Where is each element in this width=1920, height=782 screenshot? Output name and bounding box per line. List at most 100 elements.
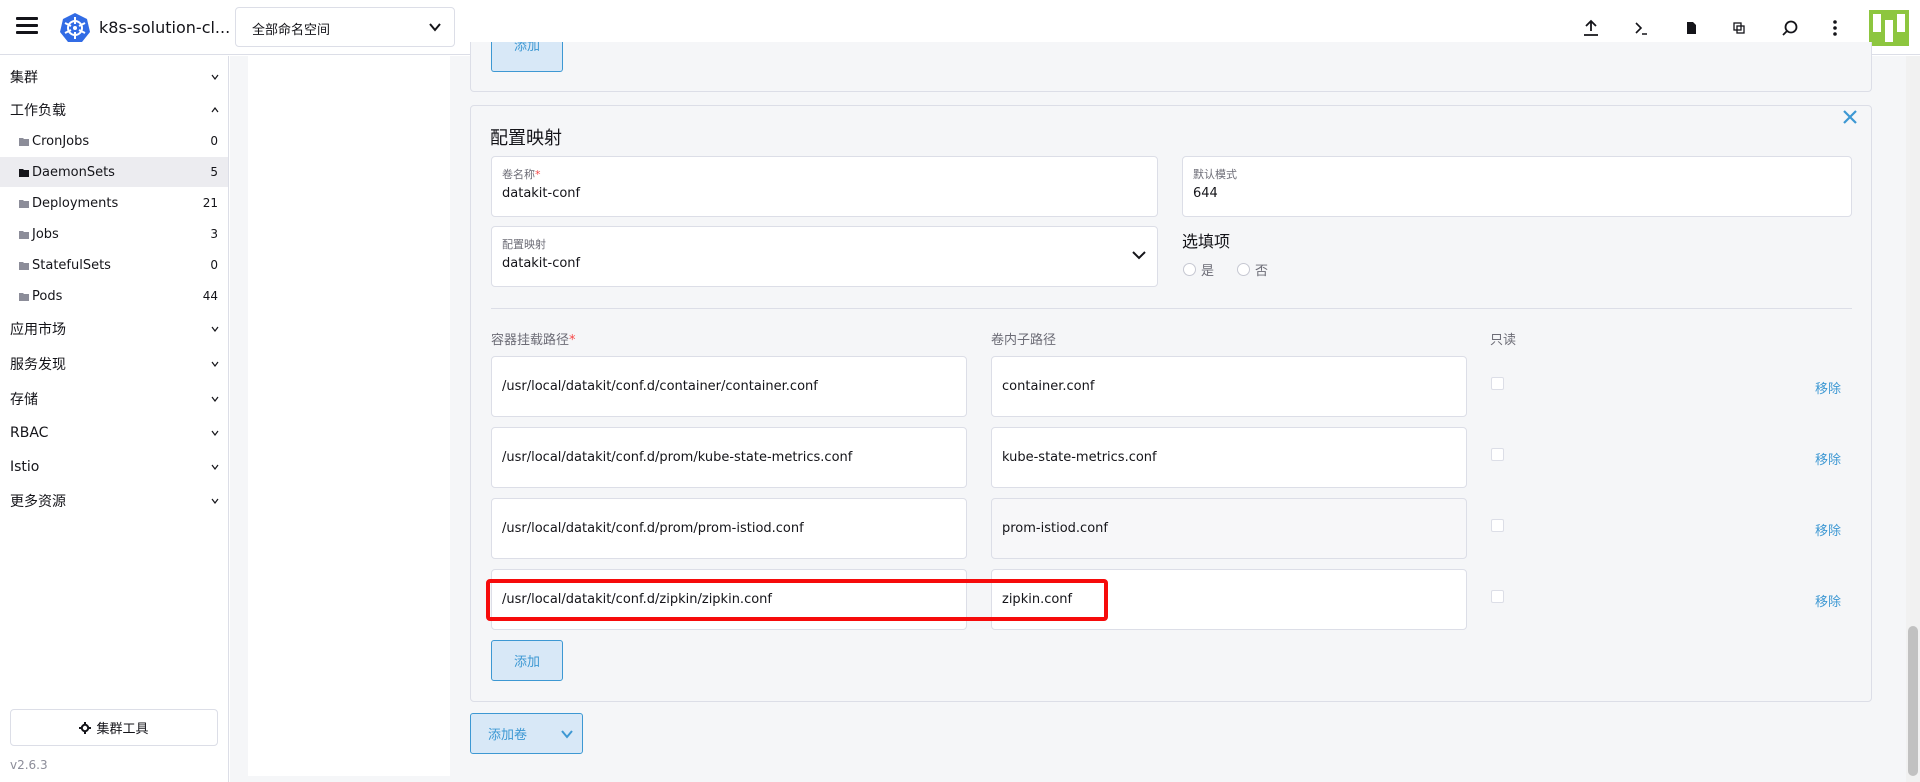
- nav-group-label: 更多资源: [10, 494, 66, 510]
- nav-group-service-discovery[interactable]: 服务发现: [10, 352, 220, 376]
- mount-path-input[interactable]: /usr/local/datakit/conf.d/prom/prom-isti…: [491, 498, 967, 559]
- optional-title: 选填项: [1182, 232, 1231, 251]
- nav-group-istio[interactable]: Istio: [10, 455, 220, 479]
- radio-circle: [1237, 263, 1250, 276]
- nav-group-more-resources[interactable]: 更多资源: [10, 489, 220, 513]
- read-only-checkbox[interactable]: [1491, 377, 1504, 390]
- optional-yes-radio[interactable]: 是: [1183, 260, 1214, 279]
- sub-path-value: prom-istiod.conf: [1002, 521, 1108, 536]
- nav-item-label: StatefulSets: [32, 257, 111, 273]
- nav-item-daemonsets[interactable]: DaemonSets 5: [0, 157, 228, 187]
- copy-icon[interactable]: [1728, 17, 1750, 39]
- add-volume-label: 添加卷: [487, 728, 527, 743]
- hamburger-menu-icon[interactable]: [16, 17, 38, 35]
- remove-link[interactable]: 移除: [1815, 591, 1841, 610]
- optional-no-radio[interactable]: 否: [1237, 260, 1268, 279]
- upload-icon[interactable]: [1580, 17, 1602, 39]
- nav-group-label: RBAC: [10, 425, 49, 441]
- nav-item-statefulsets[interactable]: StatefulSets 0: [0, 250, 228, 280]
- read-only-checkbox[interactable]: [1491, 519, 1504, 532]
- kubernetes-logo-icon[interactable]: [59, 12, 91, 44]
- configmap-select[interactable]: 配置映射 datakit-conf: [491, 226, 1158, 287]
- add-volume-dropdown[interactable]: [552, 714, 582, 753]
- chevron-down-icon: [211, 74, 219, 80]
- nav-group-workloads[interactable]: 工作负载: [10, 98, 220, 122]
- volume-name-field[interactable]: 卷名称* datakit-conf: [491, 156, 1158, 217]
- nav-group-label: 工作负载: [10, 103, 66, 119]
- add-button-label: 添加: [513, 655, 540, 670]
- add-mount-button[interactable]: 添加: [491, 640, 563, 681]
- nav-item-count: 0: [210, 134, 218, 148]
- folder-icon: [19, 199, 29, 208]
- folder-icon: [19, 168, 29, 177]
- nav-group-apps[interactable]: 应用市场: [10, 317, 220, 341]
- sub-path-input[interactable]: prom-istiod.conf: [991, 498, 1467, 559]
- namespace-select[interactable]: 全部命名空间: [235, 7, 455, 47]
- nav-item-count: 44: [202, 289, 218, 303]
- cluster-tools-button[interactable]: 集群工具: [10, 709, 218, 746]
- nav-item-label: Jobs: [32, 226, 59, 242]
- shell-icon[interactable]: [1630, 17, 1652, 39]
- read-only-column-header: 只读: [1490, 333, 1517, 348]
- nav-group-rbac[interactable]: RBAC: [10, 421, 220, 445]
- nav-group-cluster[interactable]: 集群: [10, 65, 220, 89]
- default-mode-field[interactable]: 默认模式 644: [1182, 156, 1852, 217]
- nav-item-label: CronJobs: [32, 133, 90, 149]
- mount-path-value: /usr/local/datakit/conf.d/prom/kube-stat…: [502, 450, 853, 465]
- folder-icon: [19, 137, 29, 146]
- mount-path-input[interactable]: /usr/local/datakit/conf.d/container/cont…: [491, 356, 967, 417]
- mount-path-value: /usr/local/datakit/conf.d/zipkin/zipkin.…: [502, 592, 772, 607]
- configmap-select-value: datakit-conf: [502, 256, 581, 271]
- folder-icon: [19, 292, 29, 301]
- chevron-down-icon: [1132, 251, 1146, 260]
- remove-link[interactable]: 移除: [1815, 378, 1841, 397]
- nav-item-pods[interactable]: Pods 44: [0, 281, 228, 311]
- read-only-checkbox[interactable]: [1491, 590, 1504, 603]
- default-mode-label: 默认模式: [1193, 168, 1237, 181]
- chevron-down-icon: [561, 729, 573, 739]
- nav-group-label: Istio: [10, 459, 40, 475]
- scrollbar-thumb[interactable]: [1908, 626, 1918, 776]
- gear-icon: [79, 721, 92, 734]
- mount-path-column-header: 容器挂载路径*: [491, 329, 576, 348]
- previous-volume-card: [470, 42, 1872, 92]
- chevron-down-icon: [211, 326, 219, 332]
- more-vertical-icon[interactable]: [1824, 17, 1846, 39]
- radio-label: 否: [1255, 264, 1269, 279]
- chevron-down-icon: [211, 498, 219, 504]
- volume-name-value: datakit-conf: [502, 186, 581, 201]
- sub-path-value: kube-state-metrics.conf: [1002, 450, 1157, 465]
- sub-path-input[interactable]: container.conf: [991, 356, 1467, 417]
- read-only-checkbox[interactable]: [1491, 448, 1504, 461]
- search-icon[interactable]: [1779, 17, 1801, 39]
- nav-item-count: 5: [210, 165, 218, 179]
- namespace-value: 全部命名空间: [252, 23, 331, 38]
- add-button-top[interactable]: 添加: [491, 42, 563, 72]
- chevron-up-icon: [211, 107, 219, 113]
- sub-path-input[interactable]: kube-state-metrics.conf: [991, 427, 1467, 488]
- chevron-down-icon: [429, 23, 441, 32]
- mount-path-input[interactable]: /usr/local/datakit/conf.d/zipkin/zipkin.…: [491, 569, 967, 630]
- sub-path-value: zipkin.conf: [1002, 592, 1073, 607]
- remove-link[interactable]: 移除: [1815, 449, 1841, 468]
- sub-path-input[interactable]: zipkin.conf: [991, 569, 1467, 630]
- nav-group-storage[interactable]: 存储: [10, 387, 220, 411]
- nav-item-jobs[interactable]: Jobs 3: [0, 219, 228, 249]
- nav-item-deployments[interactable]: Deployments 21: [0, 188, 228, 218]
- nav-item-label: Pods: [32, 288, 63, 304]
- close-icon[interactable]: [1842, 109, 1858, 125]
- nav-item-cronjobs[interactable]: CronJobs 0: [0, 126, 228, 156]
- page-scrollbar[interactable]: [1906, 56, 1920, 782]
- remove-link[interactable]: 移除: [1815, 520, 1841, 539]
- nav-group-label: 存储: [10, 392, 38, 408]
- user-avatar[interactable]: [1869, 10, 1909, 46]
- mount-path-input[interactable]: /usr/local/datakit/conf.d/prom/kube-stat…: [491, 427, 967, 488]
- file-icon[interactable]: [1680, 17, 1702, 39]
- chevron-down-icon: [211, 361, 219, 367]
- cluster-name[interactable]: k8s-solution-cl...: [99, 18, 230, 37]
- required-mark: *: [569, 333, 576, 348]
- cluster-tools-label: 集群工具: [96, 722, 149, 737]
- volume-name-label: 卷名称: [502, 168, 535, 181]
- add-volume-button[interactable]: 添加卷: [470, 713, 583, 754]
- chevron-down-icon: [211, 464, 219, 470]
